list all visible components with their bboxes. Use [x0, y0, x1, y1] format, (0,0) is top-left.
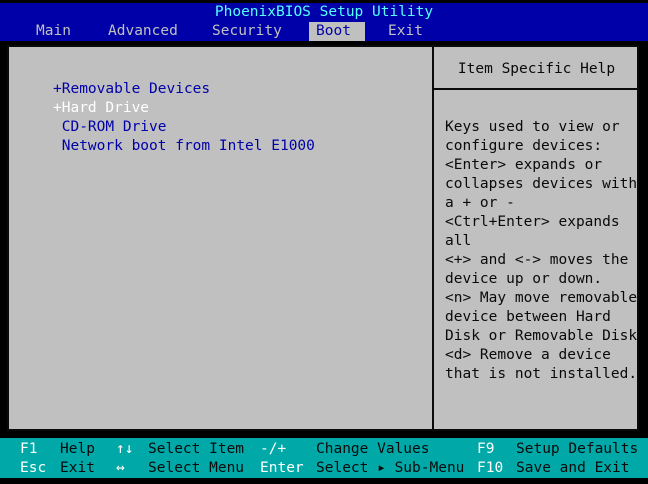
- key-f10: F10: [477, 460, 504, 476]
- setup-defaults-hint: Setup Defaults: [516, 441, 639, 457]
- help-line: <Enter> expands or: [445, 157, 603, 173]
- left-right-arrows-icon: ↔: [116, 460, 125, 476]
- help-line: device between Hard: [445, 309, 611, 325]
- select-menu-hint: Select Menu: [148, 460, 245, 476]
- menu-bar: Main Advanced Security Boot Exit: [0, 22, 648, 41]
- help-line: Keys used to view or: [445, 119, 620, 135]
- status-bar: F1 Help ↑↓ Select Item -/+ Change Values…: [0, 438, 648, 478]
- save-and-exit-hint: Save and Exit: [516, 460, 630, 476]
- title-bar: PhoenixBIOS Setup Utility: [0, 3, 648, 22]
- help-line: Disk or Removable Disk: [445, 328, 638, 344]
- help-hint: Help: [60, 441, 95, 457]
- select-submenu-hint: Select ▸ Sub-Menu: [316, 460, 465, 476]
- help-line: <+> and <-> moves the: [445, 252, 629, 268]
- help-text: Keys used to view or configure devices: …: [445, 118, 637, 384]
- menu-main[interactable]: Main: [29, 22, 78, 41]
- help-divider: [434, 88, 639, 90]
- help-title: Item Specific Help: [457, 61, 616, 77]
- help-line: <n> May move removable: [445, 290, 638, 306]
- help-line: all: [445, 233, 472, 249]
- help-line: a + or -: [445, 195, 515, 211]
- boot-order-list: +Removable Devices +Hard Drive CD-ROM Dr…: [53, 80, 315, 156]
- boot-item-network-boot[interactable]: Network boot from Intel E1000: [53, 137, 315, 156]
- help-line: <d> Remove a device: [445, 347, 611, 363]
- help-line: collapses devices with: [445, 176, 638, 192]
- menu-boot[interactable]: Boot: [309, 22, 365, 41]
- help-line: <Ctrl+Enter> expands: [445, 214, 620, 230]
- boot-item-cdrom-drive[interactable]: CD-ROM Drive: [53, 118, 315, 137]
- key-f9: F9: [477, 441, 495, 457]
- panel-divider: [432, 47, 434, 429]
- key-minus-plus: -/+: [260, 441, 287, 457]
- exit-hint: Exit: [60, 460, 95, 476]
- boot-panel: +Removable Devices +Hard Drive CD-ROM Dr…: [7, 45, 639, 431]
- change-values-hint: Change Values: [316, 441, 430, 457]
- menu-exit[interactable]: Exit: [381, 22, 430, 41]
- select-item-hint: Select Item: [148, 441, 245, 457]
- boot-item-removable-devices[interactable]: +Removable Devices: [53, 80, 315, 99]
- key-f1: F1: [20, 441, 38, 457]
- help-line: that is not installed.: [445, 366, 638, 382]
- menu-advanced[interactable]: Advanced: [101, 22, 185, 41]
- app-title: PhoenixBIOS Setup Utility: [214, 4, 434, 20]
- menu-security[interactable]: Security: [205, 22, 289, 41]
- help-line: configure devices:: [445, 138, 603, 154]
- key-esc: Esc: [20, 460, 47, 476]
- key-enter: Enter: [260, 460, 304, 476]
- help-line: device up or down.: [445, 271, 603, 287]
- up-down-arrows-icon: ↑↓: [116, 441, 134, 457]
- boot-item-hard-drive[interactable]: +Hard Drive: [53, 99, 315, 118]
